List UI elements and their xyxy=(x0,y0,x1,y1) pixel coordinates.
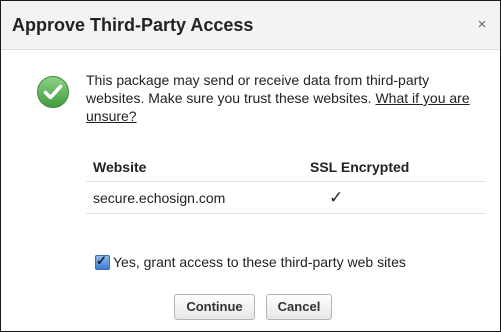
approve-access-dialog: Approve Third-Party Access × This packag… xyxy=(0,0,501,332)
check-circle-icon xyxy=(37,76,69,108)
continue-button[interactable]: Continue xyxy=(174,294,255,320)
dialog-header: Approve Third-Party Access × xyxy=(1,1,500,50)
dialog-message: This package may send or receive data fr… xyxy=(86,71,486,125)
website-cell: secure.echosign.com xyxy=(86,181,303,214)
checkbox-check-icon: ✓ xyxy=(96,252,107,268)
websites-table: Website SSL Encrypted secure.echosign.co… xyxy=(86,153,486,214)
ssl-checkmark-icon: ✓ xyxy=(303,181,486,214)
column-header-ssl: SSL Encrypted xyxy=(303,153,486,182)
dialog-title: Approve Third-Party Access xyxy=(12,15,254,35)
column-header-website: Website xyxy=(86,153,303,182)
grant-access-checkbox[interactable]: ✓ xyxy=(95,252,110,270)
cancel-button[interactable]: Cancel xyxy=(266,294,332,320)
grant-access-label: Yes, grant access to these third-party w… xyxy=(113,254,406,270)
table-row: secure.echosign.com ✓ xyxy=(86,181,486,214)
table-header-row: Website SSL Encrypted xyxy=(86,153,486,182)
grant-access-row[interactable]: ✓ Yes, grant access to these third-party… xyxy=(95,252,406,270)
close-icon[interactable]: × xyxy=(474,17,490,33)
